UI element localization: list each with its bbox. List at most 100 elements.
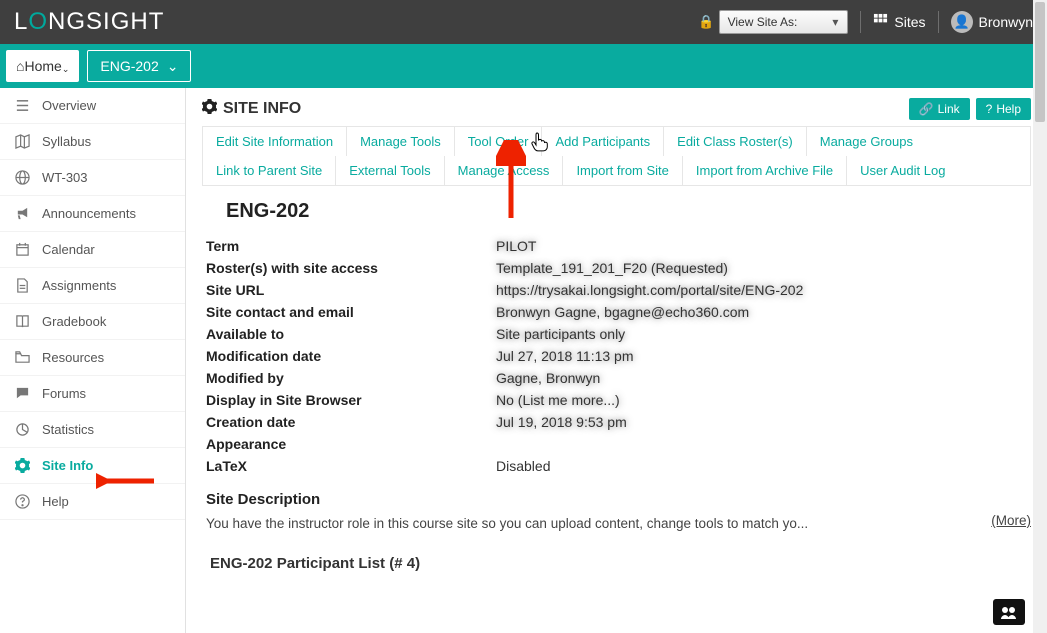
more-link[interactable]: (More): [991, 513, 1031, 528]
sidebar-item-syllabus[interactable]: Syllabus: [0, 124, 185, 160]
link-button[interactable]: 🔗 Link: [909, 98, 970, 120]
chevron-down-icon: ⌄: [167, 58, 179, 75]
sidebar-item-label: Calendar: [42, 242, 95, 257]
scrollbar-thumb[interactable]: [1035, 2, 1045, 122]
info-label: Appearance: [206, 436, 496, 452]
globe-icon: [14, 170, 30, 185]
info-value: Site participants only: [496, 326, 625, 342]
site-description-text: You have the instructor role in this cou…: [202, 516, 1031, 531]
info-table: TermPILOT Roster(s) with site accessTempl…: [202, 235, 1031, 477]
participant-list-heading: ENG-202 Participant List (# 4): [202, 555, 1031, 572]
tab-import-from-site[interactable]: Import from Site: [562, 156, 681, 185]
floating-help-badge[interactable]: [993, 599, 1025, 625]
info-value: Gagne, Bronwyn: [496, 370, 600, 386]
home-label: Home: [24, 58, 61, 74]
navbar: ⌂ Home ⌄ ENG-202 ⌄: [0, 44, 1047, 88]
list-icon: [14, 98, 30, 113]
info-label: Term: [206, 238, 496, 254]
tab-manage-groups[interactable]: Manage Groups: [806, 127, 926, 156]
chat-icon: [14, 386, 30, 401]
scrollbar[interactable]: [1033, 0, 1047, 633]
tab-add-participants[interactable]: Add Participants: [541, 127, 663, 156]
site-info-tabs: Edit Site InformationManage ToolsTool Or…: [202, 126, 1031, 186]
info-label: LaTeX: [206, 458, 496, 474]
sidebar-item-label: Overview: [42, 98, 96, 113]
chevron-down-icon: ⌄: [62, 64, 70, 75]
sidebar-item-site-info[interactable]: Site Info: [0, 448, 185, 484]
sidebar-item-assignments[interactable]: Assignments: [0, 268, 185, 304]
sidebar-item-statistics[interactable]: Statistics: [0, 412, 185, 448]
tool-title-text: SITE INFO: [223, 100, 301, 118]
user-name: Bronwyn: [979, 14, 1033, 30]
tab-edit-class-roster-s-[interactable]: Edit Class Roster(s): [663, 127, 806, 156]
link-icon: 🔗: [919, 102, 934, 116]
info-row: Display in Site BrowserNo (List me more.…: [202, 389, 1031, 411]
course-button[interactable]: ENG-202 ⌄: [87, 50, 191, 82]
course-label: ENG-202: [100, 58, 158, 74]
sidebar-item-calendar[interactable]: Calendar: [0, 232, 185, 268]
sidebar-item-wt-303[interactable]: WT-303: [0, 160, 185, 196]
link-label: Link: [938, 102, 960, 116]
app-window: LONGSIGHT 🔒 View Site As: ▾ Sites 👤 Bron…: [0, 0, 1047, 633]
info-label: Modification date: [206, 348, 496, 364]
sidebar-item-help[interactable]: Help: [0, 484, 185, 520]
sidebar-item-label: Site Info: [42, 458, 93, 473]
info-value: Bronwyn Gagne, bgagne@echo360.com: [496, 304, 749, 320]
tab-tool-order[interactable]: Tool Order: [454, 127, 542, 156]
site-description-heading: Site Description: [206, 491, 1031, 508]
info-value: Jul 27, 2018 11:13 pm: [496, 348, 634, 364]
map-icon: [14, 134, 30, 149]
question-icon: ?: [986, 102, 993, 116]
tab-manage-tools[interactable]: Manage Tools: [346, 127, 454, 156]
info-label: Available to: [206, 326, 496, 342]
info-value: PILOT: [496, 238, 536, 254]
view-as-dropdown[interactable]: View Site As: ▾: [719, 10, 849, 34]
info-label: Roster(s) with site access: [206, 260, 496, 276]
tab-link-to-parent-site[interactable]: Link to Parent Site: [202, 156, 335, 185]
sidebar-item-label: Help: [42, 494, 69, 509]
tab-import-from-archive-file[interactable]: Import from Archive File: [682, 156, 846, 185]
separator: [938, 11, 939, 33]
info-row: Modified byGagne, Bronwyn: [202, 367, 1031, 389]
help-label: Help: [996, 102, 1021, 116]
sidebar-item-overview[interactable]: Overview: [0, 88, 185, 124]
sidebar-item-label: Forums: [42, 386, 86, 401]
sidebar-item-forums[interactable]: Forums: [0, 376, 185, 412]
sidebar-item-label: Gradebook: [42, 314, 106, 329]
user-menu[interactable]: 👤 Bronwyn: [951, 11, 1033, 33]
tab-manage-access[interactable]: Manage Access: [444, 156, 563, 185]
gear-icon: [14, 458, 30, 473]
info-row: Roster(s) with site accessTemplate_191_2…: [202, 257, 1031, 279]
info-label: Modified by: [206, 370, 496, 386]
grid-icon: [873, 13, 888, 31]
info-row: LaTeXDisabled: [202, 455, 1031, 477]
calendar-icon: [14, 242, 30, 257]
topbar-right: 🔒 View Site As: ▾ Sites 👤 Bronwyn: [698, 10, 1033, 34]
topbar: LONGSIGHT 🔒 View Site As: ▾ Sites 👤 Bron…: [0, 0, 1047, 44]
caret-down-icon: ▾: [827, 15, 843, 29]
info-label: Site URL: [206, 282, 496, 298]
home-icon: ⌂: [16, 58, 24, 74]
info-row: Site URLhttps://trysakai.longsight.com/p…: [202, 279, 1031, 301]
pie-icon: [14, 422, 30, 437]
tab-edit-site-information[interactable]: Edit Site Information: [202, 127, 346, 156]
separator: [860, 11, 861, 33]
sidebar-item-gradebook[interactable]: Gradebook: [0, 304, 185, 340]
question-icon: [14, 494, 30, 509]
file-icon: [14, 278, 30, 293]
view-as-label: View Site As:: [728, 15, 798, 29]
info-label: Site contact and email: [206, 304, 496, 320]
help-button[interactable]: ? Help: [976, 98, 1031, 120]
sidebar-item-label: Announcements: [42, 206, 136, 221]
tab-user-audit-log[interactable]: User Audit Log: [846, 156, 958, 185]
sidebar-item-label: Assignments: [42, 278, 116, 293]
bullhorn-icon: [14, 206, 30, 221]
tool-heading-actions: 🔗 Link ? Help: [909, 98, 1031, 120]
sidebar: Overview SyllabusWT-303 Announcements Calen…: [0, 88, 186, 633]
tab-external-tools[interactable]: External Tools: [335, 156, 443, 185]
home-button[interactable]: ⌂ Home ⌄: [6, 50, 79, 82]
tool-title: SITE INFO: [202, 99, 301, 119]
sidebar-item-resources[interactable]: Resources: [0, 340, 185, 376]
sites-button[interactable]: Sites: [873, 13, 925, 31]
sidebar-item-announcements[interactable]: Announcements: [0, 196, 185, 232]
